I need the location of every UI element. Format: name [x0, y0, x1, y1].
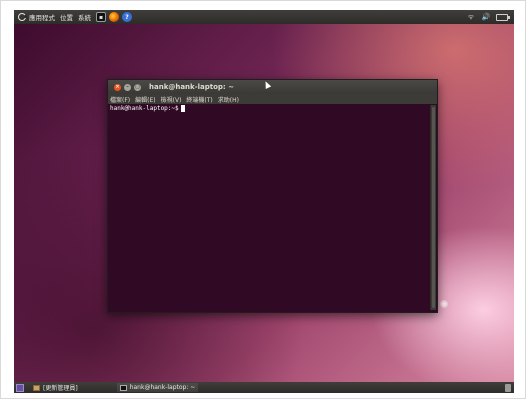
taskbar-item-label: [更新管理員] [43, 385, 78, 392]
help-icon[interactable]: ? [122, 12, 132, 22]
terminal-launcher-icon[interactable]: ▪ [96, 12, 106, 22]
network-icon[interactable]: ᯤ [466, 13, 476, 21]
menu-places[interactable]: 位置 [60, 12, 73, 22]
package-icon [33, 384, 40, 391]
scrollbar-thumb[interactable] [432, 107, 435, 308]
taskbar-item-label: hank@hank-laptop: ~ [129, 384, 196, 391]
menu-view[interactable]: 檢視(V) [161, 95, 182, 104]
wallpaper-glint [440, 300, 448, 308]
show-desktop-icon[interactable] [16, 383, 24, 392]
top-panel: 應用程式 位置 系統 ▪ ? ᯤ 🔊 [14, 10, 514, 24]
minimize-button[interactable]: – [124, 83, 131, 91]
terminal-task-icon [119, 384, 127, 391]
trash-icon[interactable] [505, 383, 511, 392]
screenshot-frame: 應用程式 位置 系統 ▪ ? ᯤ 🔊 × – □ hank@hank-lapto… [0, 0, 526, 399]
battery-icon[interactable] [496, 13, 510, 21]
bottom-panel: [更新管理員] hank@hank-laptop: ~ [14, 382, 514, 393]
menu-applications[interactable]: 應用程式 [29, 12, 55, 22]
taskbar-item-terminal[interactable]: hank@hank-laptop: ~ [116, 383, 199, 392]
ubuntu-logo-icon[interactable] [18, 13, 27, 21]
menu-terminal[interactable]: 終端機(T) [186, 95, 212, 104]
menu-file[interactable]: 檔案(F) [110, 95, 130, 104]
terminal-menubar: 檔案(F) 編輯(E) 檢視(V) 終端機(T) 求助(H) [108, 94, 437, 104]
terminal-output[interactable]: hank@hank-laptop:~$ [108, 104, 430, 312]
menu-system[interactable]: 系統 [78, 12, 91, 22]
shell-prompt: hank@hank-laptop:~$ [110, 105, 179, 112]
prompt-line: hank@hank-laptop:~$ [110, 105, 428, 112]
text-cursor [180, 105, 185, 112]
desktop-screen: 應用程式 位置 系統 ▪ ? ᯤ 🔊 × – □ hank@hank-lapto… [14, 10, 514, 393]
terminal-titlebar[interactable]: × – □ hank@hank-laptop: ~ [108, 80, 437, 94]
window-title: hank@hank-laptop: ~ [149, 83, 234, 91]
maximize-button[interactable]: □ [134, 83, 141, 91]
terminal-window[interactable]: × – □ hank@hank-laptop: ~ 檔案(F) 編輯(E) 檢視… [107, 79, 438, 313]
menu-help[interactable]: 求助(H) [218, 95, 239, 104]
firefox-icon[interactable] [109, 12, 119, 22]
menu-edit[interactable]: 編輯(E) [135, 95, 155, 104]
system-tray: ᯤ 🔊 [466, 13, 514, 21]
taskbar-item-update-manager[interactable]: [更新管理員] [30, 383, 81, 392]
terminal-scrollbar[interactable] [430, 105, 436, 310]
volume-icon[interactable]: 🔊 [481, 13, 491, 21]
close-button[interactable]: × [114, 83, 121, 91]
